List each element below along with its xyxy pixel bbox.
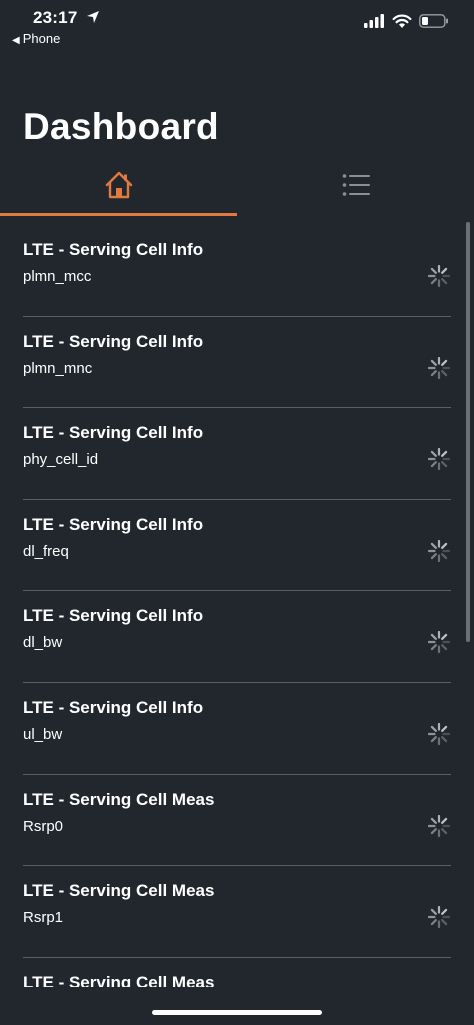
item-title: LTE - Serving Cell Info [23, 697, 204, 717]
list-item[interactable]: LTE - Serving Cell Info ul_bw [0, 683, 474, 775]
spinner-spoke [441, 725, 448, 732]
list-item[interactable]: LTE - Serving Cell Meas Rsrp0 [0, 775, 474, 867]
item-title: LTE - Serving Cell Info [23, 606, 204, 626]
spinner-spoke [430, 542, 437, 549]
spinner-spoke [430, 634, 437, 641]
spinner-spoke [430, 278, 437, 285]
spinner-spoke [430, 736, 437, 743]
spinner-spoke [441, 908, 448, 916]
loading-spinner-icon [428, 631, 450, 654]
loading-spinner-icon [428, 539, 450, 562]
item-subtitle: plmn_mcc [23, 268, 92, 285]
list-icon [342, 174, 370, 196]
item-title: LTE - Serving Cell Meas [23, 881, 215, 901]
loading-spinner-icon [428, 265, 450, 287]
back-app-label: Phone [22, 31, 61, 46]
item-title: LTE - Serving Cell Info [23, 240, 204, 259]
list-item[interactable]: LTE - Serving Cell Info phy_cell_id [0, 408, 474, 500]
item-subtitle: plmn_mnc [23, 359, 93, 377]
spinner-spoke [430, 552, 437, 559]
scrollbar[interactable] [466, 222, 470, 642]
spinner-spoke [430, 827, 437, 834]
spinner-spoke [441, 278, 448, 285]
item-subtitle: Rsrp1 [23, 909, 64, 927]
back-triangle-icon: ◀ [12, 35, 20, 46]
spinner-spoke [441, 817, 448, 824]
spinner-spoke [441, 644, 448, 651]
back-to-app-link[interactable]: ◀ Phone [12, 31, 60, 46]
spinner-spoke [430, 461, 437, 468]
spinner-spoke [430, 451, 437, 458]
spinner-spoke [430, 908, 437, 916]
spinner-spoke [441, 736, 448, 743]
status-time: 23:17 [33, 8, 78, 27]
spinner-spoke [441, 552, 448, 559]
tab-list[interactable] [237, 152, 474, 218]
spinner-spoke [441, 451, 448, 458]
item-title: LTE - Serving Cell Info [23, 514, 204, 534]
list-item[interactable]: LTE - Serving Cell Info plmn_mnc [0, 317, 474, 409]
home-icon [105, 171, 132, 199]
item-title: LTE - Serving Cell Info [23, 423, 204, 443]
spinner-spoke [441, 461, 448, 468]
item-subtitle: ul_bw [23, 725, 63, 743]
item-subtitle: Rsrp0 [23, 817, 64, 835]
active-tab-indicator [0, 213, 237, 216]
spinner-spoke [441, 634, 448, 641]
home-indicator[interactable] [152, 1010, 322, 1015]
loading-spinner-icon [428, 814, 450, 837]
loading-spinner-icon [428, 906, 450, 929]
spinner-spoke [430, 369, 437, 376]
spinner-spoke [441, 542, 448, 549]
item-subtitle: dl_freq [23, 542, 69, 560]
tab-home[interactable] [0, 152, 237, 218]
list-item[interactable]: LTE - Serving Cell Info dl_bw [0, 591, 474, 683]
spinner-spoke [430, 359, 437, 366]
page-title: Dashboard [23, 106, 219, 147]
spinner-spoke [430, 817, 437, 824]
item-subtitle: dl_bw [23, 634, 63, 652]
spinner-spoke [441, 919, 448, 926]
app-screen: 23:17 ◀ Phone Dashboard LTE - Serving Ce… [0, 0, 474, 1025]
list-item[interactable]: LTE - Serving Cell Meas Rsrp1 [0, 866, 474, 958]
dashboard-list[interactable]: LTE - Serving Cell Info plmn_mcc LTE - S… [0, 225, 474, 987]
list-item[interactable]: LTE - Serving Cell Meas [0, 958, 474, 987]
list-item[interactable]: LTE - Serving Cell Info dl_freq [0, 500, 474, 592]
spinner-spoke [430, 267, 437, 274]
spinner-spoke [441, 827, 448, 834]
status-bar: 23:17 ◀ Phone [0, 0, 474, 60]
item-title: LTE - Serving Cell Info [23, 331, 204, 351]
wifi-icon [392, 14, 412, 28]
battery-icon [419, 14, 448, 28]
spinner-spoke [441, 267, 448, 274]
spinner-spoke [430, 919, 437, 926]
cellular-signal-icon [364, 14, 384, 28]
tab-bar [0, 152, 474, 218]
list-item[interactable]: LTE - Serving Cell Info plmn_mcc [0, 225, 474, 317]
item-title: LTE - Serving Cell Meas [23, 972, 215, 987]
location-arrow-icon [87, 11, 99, 23]
loading-spinner-icon [428, 722, 450, 745]
spinner-spoke [430, 644, 437, 651]
spinner-spoke [441, 369, 448, 376]
item-subtitle: phy_cell_id [23, 451, 99, 469]
loading-spinner-icon [428, 356, 450, 379]
loading-spinner-icon [428, 448, 450, 471]
spinner-spoke [430, 725, 437, 732]
spinner-spoke [441, 359, 448, 366]
item-title: LTE - Serving Cell Meas [23, 789, 215, 809]
